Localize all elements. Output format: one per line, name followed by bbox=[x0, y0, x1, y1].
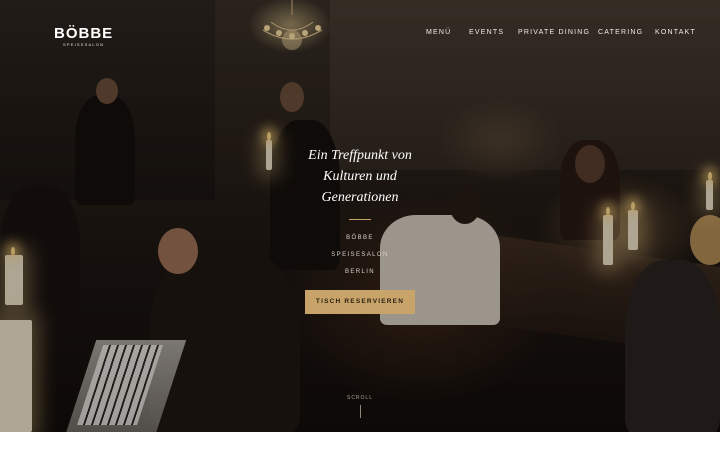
reserve-table-button[interactable]: TISCH RESERVIEREN bbox=[305, 290, 415, 314]
nav-item-private-dining[interactable]: PRIVATE DINING bbox=[518, 29, 590, 36]
scroll-indicator[interactable]: SCROLL bbox=[340, 395, 380, 418]
nav-item-kontakt[interactable]: KONTAKT bbox=[655, 29, 696, 36]
nav-item-menu[interactable]: MENÜ bbox=[426, 29, 451, 36]
hero-meta-city: BERLIN bbox=[344, 269, 376, 275]
brand-name: BÖBBE bbox=[54, 25, 114, 42]
nav-item-catering[interactable]: CATERING bbox=[598, 29, 643, 36]
hero-intro: Ein Treffpunkt von Kulturen und Generati… bbox=[300, 145, 420, 281]
scroll-label: SCROLL bbox=[346, 395, 373, 401]
hero-meta-name: BÖBBE bbox=[346, 235, 374, 241]
hero-divider bbox=[349, 219, 371, 220]
brand-subtitle: SPEISESALON bbox=[62, 42, 105, 47]
hero-section: BÖBBE SPEISESALON MENÜ EVENTS PRIVATE DI… bbox=[0, 0, 720, 432]
hero-meta-type: SPEISESALON bbox=[331, 252, 389, 258]
nav-item-events[interactable]: EVENTS bbox=[469, 29, 504, 36]
brand-logo[interactable]: BÖBBE SPEISESALON bbox=[54, 25, 114, 48]
hero-tagline: Ein Treffpunkt von Kulturen und Generati… bbox=[308, 148, 412, 205]
scroll-line-icon bbox=[359, 405, 361, 418]
